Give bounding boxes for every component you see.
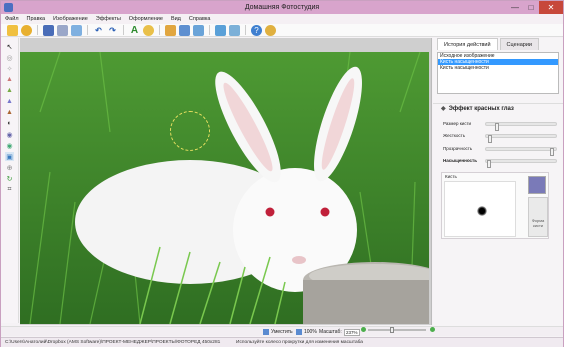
menu-bar: Файл Правка Изображение Эффекты Оформлен… xyxy=(1,14,563,24)
app-window: Домашняя Фотостудия — □ ✕ Файл Правка Из… xyxy=(0,0,564,347)
brush-cursor xyxy=(170,111,210,151)
menu-design[interactable]: Оформление xyxy=(129,14,163,24)
slider-saturation: Насыщенность xyxy=(443,157,561,168)
zoom-out-icon[interactable] xyxy=(361,327,366,332)
minimize-button[interactable]: — xyxy=(507,1,523,14)
toolbar-separator xyxy=(123,25,124,35)
toolbar-separator xyxy=(37,25,38,35)
zoom-slider[interactable] xyxy=(368,326,426,333)
history-item[interactable]: Кисть насыщенности xyxy=(438,65,558,71)
open-recent-icon[interactable] xyxy=(21,24,32,36)
drop-icon: ◆ xyxy=(441,106,446,112)
zoom-bar: Уместить 100% Масштаб: 237% xyxy=(1,326,563,336)
slider-track[interactable] xyxy=(485,122,557,131)
frame-icon[interactable] xyxy=(165,24,176,36)
pencil-icon[interactable]: ▲ xyxy=(5,86,14,95)
contrast-icon[interactable]: ◐ xyxy=(5,119,14,128)
title-bar: Домашняя Фотостудия — □ ✕ xyxy=(1,1,563,14)
brush-shape xyxy=(477,206,487,216)
menu-image[interactable]: Изображение xyxy=(53,14,88,24)
menu-file[interactable]: Файл xyxy=(5,14,19,24)
brush-label: Кисть xyxy=(445,174,457,179)
undo-icon[interactable]: ↶ xyxy=(93,25,104,36)
calendar-icon[interactable] xyxy=(179,24,190,36)
menu-view[interactable]: Вид xyxy=(171,14,181,24)
blur-icon[interactable]: ▣ xyxy=(5,152,14,161)
app-logo-icon xyxy=(4,3,13,12)
effect-title-text: Эффект красных глаз xyxy=(448,105,514,112)
resize-icon[interactable] xyxy=(229,24,240,36)
image-canvas[interactable] xyxy=(20,38,432,325)
redo-icon[interactable]: ↷ xyxy=(107,25,118,36)
slider-track[interactable] xyxy=(485,134,557,143)
info-icon[interactable] xyxy=(265,24,276,36)
red-eye-icon[interactable]: ◉ xyxy=(5,141,14,150)
open-folder-icon[interactable] xyxy=(7,24,18,36)
export-icon[interactable] xyxy=(71,24,82,36)
fit-icon[interactable] xyxy=(263,329,269,335)
slider-track[interactable] xyxy=(485,147,557,156)
crop-tool-icon[interactable]: ⌗ xyxy=(5,185,14,194)
menu-effects[interactable]: Эффекты xyxy=(96,14,121,24)
history-list: Исходное изображение Кисть насыщенности … xyxy=(437,52,559,94)
window-title: Домашняя Фотостудия xyxy=(244,4,320,11)
toolbar: ↶ ↷ A ? xyxy=(1,24,563,37)
tool-panel: ↖ ◎ ✧ ▲ ▲ ▲ ▲ ◐ ◉ ◉ ▣ ⊕ ↻ ⌗ xyxy=(1,38,19,323)
slider-hardness: Жесткость xyxy=(443,132,561,143)
magic-wand-icon[interactable]: ✧ xyxy=(5,64,14,73)
help-icon[interactable]: ? xyxy=(251,24,262,36)
fit-button[interactable]: Уместить xyxy=(271,327,293,337)
slider-label: Прозрачность xyxy=(443,146,473,151)
brush-icon[interactable]: ▲ xyxy=(5,75,14,84)
slider-track[interactable] xyxy=(485,159,557,168)
effect-title: ◆ Эффект красных глаз xyxy=(441,105,514,113)
slider-thumb[interactable] xyxy=(550,148,555,156)
rotate-icon[interactable]: ↻ xyxy=(5,174,14,183)
toolbar-separator xyxy=(209,25,210,35)
zoom-100-button[interactable]: 100% xyxy=(304,327,317,337)
slider-label: Жесткость xyxy=(443,133,466,138)
zoom-in-icon[interactable] xyxy=(430,327,435,332)
collage-icon[interactable] xyxy=(193,24,204,36)
stamp-icon[interactable]: ▲ xyxy=(5,108,14,117)
toolbar-separator xyxy=(245,25,246,35)
menu-help[interactable]: Справка xyxy=(189,14,211,24)
slider-thumb[interactable] xyxy=(487,135,492,143)
slider-brush-size: Размер кисти xyxy=(443,120,561,131)
zoom-slider-thumb[interactable] xyxy=(390,326,394,333)
brush-preview xyxy=(444,181,516,237)
menu-edit[interactable]: Правка xyxy=(27,14,46,24)
brush-color-swatch[interactable] xyxy=(528,176,546,194)
rabbit-photo[interactable] xyxy=(20,52,429,324)
close-button[interactable]: ✕ xyxy=(539,1,563,14)
text-icon[interactable]: A xyxy=(129,25,140,36)
zoom-icon[interactable]: ⊕ xyxy=(5,163,14,172)
brush-panel: Кисть Форма кисти xyxy=(441,172,549,239)
panel-divider xyxy=(433,94,563,104)
tab-history[interactable]: История действий xyxy=(437,38,498,50)
brush-form-button[interactable]: Форма кисти xyxy=(528,197,548,237)
status-bar: C:\Users\Анатолий\Dropbox (AMS Software)… xyxy=(1,337,563,347)
slider-label: Насыщенность xyxy=(443,158,477,163)
panel-tabs: История действий Сценарии xyxy=(433,38,563,50)
palette-icon[interactable] xyxy=(143,24,154,36)
slider-thumb[interactable] xyxy=(487,160,492,168)
fill-icon[interactable]: ▲ xyxy=(5,97,14,106)
slider-label: Размер кисти xyxy=(443,121,472,126)
maximize-button[interactable]: □ xyxy=(523,1,539,14)
tab-scripts[interactable]: Сценарии xyxy=(499,38,539,50)
zoom-value-field[interactable]: 237% xyxy=(343,328,360,336)
print-icon[interactable] xyxy=(57,24,68,36)
zoom-100-icon[interactable] xyxy=(296,329,302,335)
clone-stamp-icon[interactable]: ◎ xyxy=(5,53,14,62)
toolbar-separator xyxy=(87,25,88,35)
slider-transparency: Прозрачность xyxy=(443,145,561,156)
save-icon[interactable] xyxy=(43,24,54,36)
zoom-label: Масштаб: xyxy=(319,329,342,335)
toolbar-separator xyxy=(159,25,160,35)
eye-icon[interactable]: ◉ xyxy=(5,130,14,139)
crop-icon[interactable] xyxy=(215,24,226,36)
slider-thumb[interactable] xyxy=(495,123,500,131)
pointer-icon[interactable]: ↖ xyxy=(5,42,14,51)
